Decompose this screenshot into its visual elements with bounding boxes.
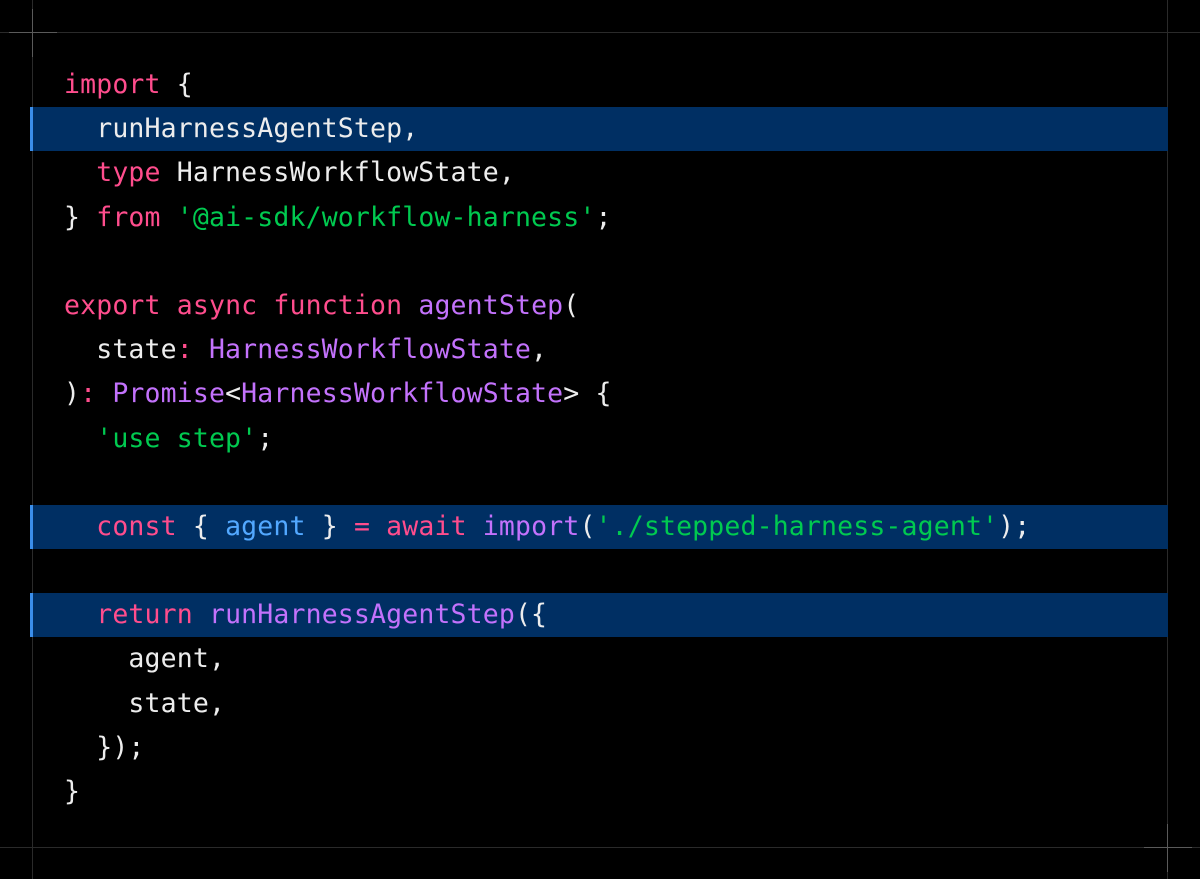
code-line-highlighted: runHarnessAgentStep, (30, 107, 1168, 152)
code-token-function: import (482, 510, 580, 542)
code-token-function: Promise (112, 378, 226, 410)
code-line-text: }); (64, 726, 145, 770)
code-line-text: return runHarnessAgentStep({ (64, 593, 547, 637)
code-token-function: agentStep (418, 289, 564, 321)
code-token-keyword: const (96, 510, 177, 542)
code-token-keyword: await (386, 510, 467, 542)
code-line: agent, (30, 637, 1168, 681)
code-line-text: } from '@ai-sdk/workflow-harness'; (64, 196, 612, 240)
code-token-variable: agent (225, 510, 306, 542)
code-line-text: agent, (64, 637, 225, 681)
code-block: import { runHarnessAgentStep, type Harne… (30, 63, 1168, 814)
code-token-keyword: async (176, 289, 258, 321)
code-token-function: HarnessWorkflowState (208, 334, 532, 366)
code-line: ): Promise<HarnessWorkflowState> { (30, 372, 1168, 416)
frame-line-top (0, 32, 1200, 33)
code-line: import { (30, 63, 1168, 107)
code-token-keyword: type (96, 157, 161, 189)
code-line-text: import { (64, 63, 193, 107)
code-token-plain: > { (563, 378, 612, 410)
code-token-plain: { (160, 69, 193, 100)
frame-line-bottom (0, 847, 1200, 848)
code-token-plain: ( (579, 510, 596, 542)
code-token-keyword: function (273, 289, 403, 321)
code-line: export async function agentStep( (30, 284, 1168, 328)
crosshair-top-left-icon (9, 9, 57, 57)
code-line-text: export async function agentStep( (64, 284, 579, 328)
code-token-plain: HarnessWorkflowState, (160, 157, 515, 189)
code-token-plain: ); (998, 510, 1031, 542)
crosshair-bottom-right-icon (1144, 824, 1192, 872)
code-line: } (30, 770, 1168, 814)
code-line-text: type HarnessWorkflowState, (64, 151, 515, 195)
code-token-keyword: = (353, 510, 371, 542)
code-token-keyword: export (64, 289, 161, 321)
code-token-plain: < (225, 378, 242, 410)
code-token-plain: ({ (514, 599, 548, 631)
code-token-plain: }); (64, 731, 145, 763)
code-line: state, (30, 682, 1168, 726)
code-line-text: const { agent } = await import('./steppe… (64, 505, 1030, 549)
code-token-plain: } (305, 510, 354, 542)
code-token-plain: ; (257, 422, 274, 454)
code-token-keyword: : (176, 334, 193, 366)
code-line: type HarnessWorkflowState, (30, 151, 1168, 195)
code-token-keyword: return (96, 599, 193, 631)
code-token-plain: ( (563, 289, 580, 321)
code-token-string: 'use step' (96, 422, 258, 454)
code-line-highlighted: const { agent } = await import('./steppe… (30, 504, 1168, 550)
code-token-plain: ) (64, 378, 81, 410)
code-token-keyword: : (80, 378, 97, 410)
code-token-string: './stepped-harness-agent' (595, 510, 999, 542)
code-token-plain: } (64, 776, 81, 807)
code-line: 'use step'; (30, 417, 1168, 461)
code-token-plain: , (531, 334, 548, 366)
code-line-text: state: HarnessWorkflowState, (64, 328, 547, 372)
code-line: }); (30, 726, 1168, 770)
code-line-text: state, (64, 682, 225, 726)
code-token-plain: ; (595, 201, 612, 233)
code-token-function: runHarnessAgentStep (208, 599, 515, 631)
code-token-string: '@ai-sdk/workflow-harness' (176, 201, 596, 233)
code-token-plain: runHarnessAgentStep, (64, 113, 419, 145)
code-line-text: 'use step'; (64, 417, 273, 461)
code-line: state: HarnessWorkflowState, (30, 328, 1168, 372)
code-token-keyword: import (64, 69, 161, 100)
code-line: } from '@ai-sdk/workflow-harness'; (30, 196, 1168, 240)
code-token-function: HarnessWorkflowState (241, 378, 564, 410)
code-token-plain: state, (64, 687, 226, 719)
code-token-plain: { (176, 510, 226, 542)
code-token-plain: state (64, 334, 177, 366)
code-line-text: } (64, 770, 80, 814)
code-token-keyword: from (96, 201, 161, 233)
code-line-text: ): Promise<HarnessWorkflowState> { (64, 372, 612, 416)
code-token-plain: } (64, 201, 97, 233)
code-line-highlighted: return runHarnessAgentStep({ (30, 593, 1168, 638)
code-line-text: runHarnessAgentStep, (64, 107, 418, 151)
code-token-plain: agent, (64, 643, 226, 675)
